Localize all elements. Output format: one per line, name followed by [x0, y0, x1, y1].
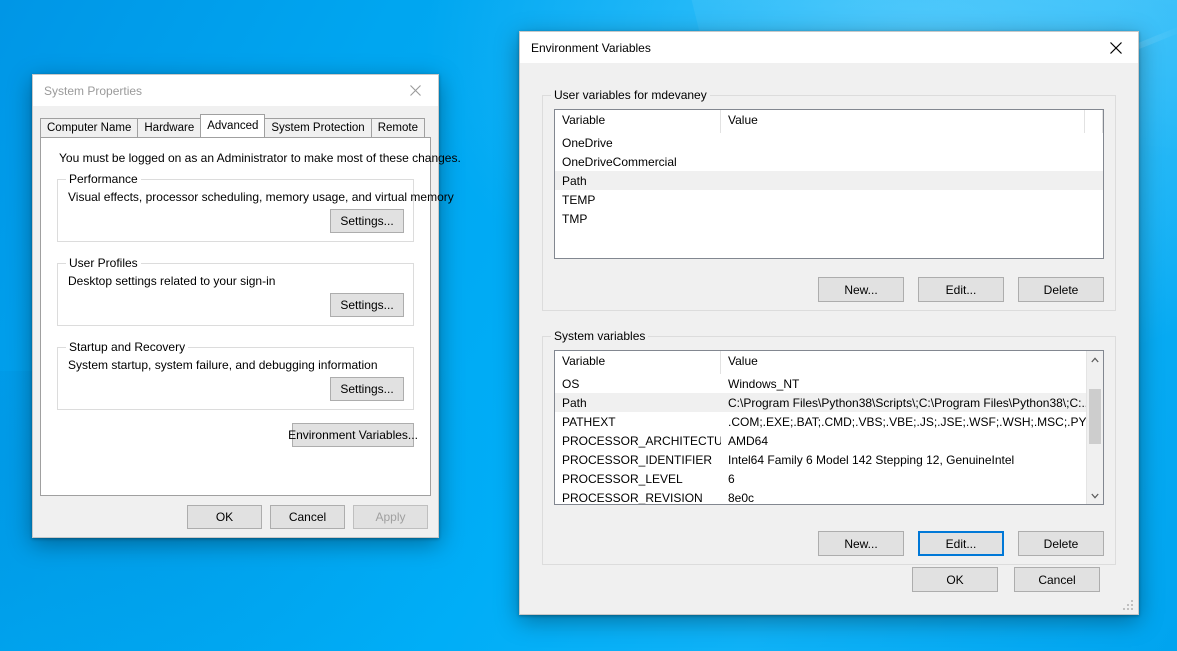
apply-button: Apply	[353, 505, 428, 529]
system-variables-scrollbar[interactable]	[1086, 351, 1103, 504]
cancel-button[interactable]: Cancel	[270, 505, 345, 529]
table-row[interactable]: OS Windows_NT	[555, 374, 1103, 393]
table-row[interactable]: PROCESSOR_IDENTIFIER Intel64 Family 6 Mo…	[555, 450, 1103, 469]
system-properties-titlebar[interactable]: System Properties	[33, 75, 438, 106]
close-icon[interactable]	[393, 75, 438, 106]
system-variable-value: .COM;.EXE;.BAT;.CMD;.VBS;.VBE;.JS;.JSE;.…	[721, 415, 1103, 429]
environment-variables-title: Environment Variables	[520, 41, 1093, 55]
system-properties-window: System Properties Computer Name Hardware…	[32, 74, 439, 538]
resize-grip-icon[interactable]	[1122, 599, 1134, 611]
column-header-variable[interactable]: Variable	[555, 351, 721, 374]
system-new-button[interactable]: New...	[818, 531, 904, 556]
environment-variables-titlebar[interactable]: Environment Variables	[520, 32, 1138, 63]
user-variable-name: Path	[555, 174, 721, 188]
system-variable-value: AMD64	[721, 434, 1103, 448]
environment-variables-footer: OK Cancel	[912, 567, 1100, 592]
system-properties-tabstrip: Computer Name Hardware Advanced System P…	[40, 115, 431, 137]
user-variables-group-label: User variables for mdevaney	[551, 88, 710, 102]
scroll-down-icon[interactable]	[1087, 487, 1103, 504]
column-header-spacer	[1085, 110, 1103, 133]
system-variables-list-header: Variable Value	[555, 351, 1103, 374]
environment-variables-body: User variables for mdevaney Variable Val…	[520, 63, 1138, 614]
user-variables-buttons: New... Edit... Delete	[818, 277, 1104, 302]
system-variables-group: System variables Variable Value OS Windo…	[542, 336, 1116, 565]
list-item[interactable]: TEMP	[555, 190, 1103, 209]
scroll-up-icon[interactable]	[1087, 351, 1103, 368]
user-profiles-group: User Profiles Desktop settings related t…	[57, 263, 414, 326]
system-variable-value: 8e0c	[721, 491, 1103, 505]
table-row[interactable]: PROCESSOR_ARCHITECTURE AMD64	[555, 431, 1103, 450]
administrator-note: You must be logged on as an Administrato…	[59, 151, 461, 165]
tab-advanced[interactable]: Advanced	[200, 114, 265, 137]
performance-settings-button[interactable]: Settings...	[330, 209, 404, 233]
system-variable-name: PROCESSOR_LEVEL	[555, 472, 721, 486]
user-variable-name: TMP	[555, 212, 721, 226]
user-profiles-description: Desktop settings related to your sign-in	[68, 274, 275, 288]
system-properties-title: System Properties	[33, 84, 393, 98]
user-profiles-group-label: User Profiles	[66, 256, 141, 270]
startup-recovery-group-label: Startup and Recovery	[66, 340, 188, 354]
system-variable-name: PROCESSOR_REVISION	[555, 491, 721, 505]
system-variable-name: PATHEXT	[555, 415, 721, 429]
cancel-button[interactable]: Cancel	[1014, 567, 1100, 592]
tab-remote[interactable]: Remote	[371, 118, 425, 137]
table-row[interactable]: PROCESSOR_LEVEL 6	[555, 469, 1103, 488]
performance-group: Performance Visual effects, processor sc…	[57, 179, 414, 242]
performance-group-label: Performance	[66, 172, 141, 186]
user-profiles-settings-button[interactable]: Settings...	[330, 293, 404, 317]
system-delete-button[interactable]: Delete	[1018, 531, 1104, 556]
ok-button[interactable]: OK	[187, 505, 262, 529]
system-variable-value: Windows_NT	[721, 377, 1103, 391]
user-variables-list[interactable]: Variable Value OneDrive OneDriveCommerci…	[554, 109, 1104, 259]
environment-variables-window: Environment Variables User variables for…	[519, 31, 1139, 615]
user-variable-name: TEMP	[555, 193, 721, 207]
system-variable-value: Intel64 Family 6 Model 142 Stepping 12, …	[721, 453, 1103, 467]
scrollbar-thumb[interactable]	[1089, 389, 1101, 444]
list-item[interactable]: OneDrive	[555, 133, 1103, 152]
tab-computer-name[interactable]: Computer Name	[40, 118, 138, 137]
list-item[interactable]: TMP	[555, 209, 1103, 228]
column-header-value[interactable]: Value	[721, 351, 1103, 374]
system-properties-footer: OK Cancel Apply	[33, 496, 438, 537]
system-properties-body: Computer Name Hardware Advanced System P…	[33, 106, 438, 537]
system-variables-list[interactable]: Variable Value OS Windows_NT Path C:\Pro…	[554, 350, 1104, 505]
system-variable-value: C:\Program Files\Python38\Scripts\;C:\Pr…	[721, 396, 1103, 410]
user-new-button[interactable]: New...	[818, 277, 904, 302]
list-item[interactable]: Path	[555, 171, 1103, 190]
table-row[interactable]: PROCESSOR_REVISION 8e0c	[555, 488, 1103, 505]
performance-description: Visual effects, processor scheduling, me…	[68, 190, 454, 204]
tab-hardware[interactable]: Hardware	[137, 118, 201, 137]
system-variable-value: 6	[721, 472, 1103, 486]
environment-variables-button[interactable]: Environment Variables...	[292, 423, 414, 447]
list-item[interactable]: OneDriveCommercial	[555, 152, 1103, 171]
advanced-tab-page: You must be logged on as an Administrato…	[40, 137, 431, 496]
system-variable-name: PROCESSOR_IDENTIFIER	[555, 453, 721, 467]
user-variable-name: OneDriveCommercial	[555, 155, 721, 169]
column-header-variable[interactable]: Variable	[555, 110, 721, 133]
startup-recovery-group: Startup and Recovery System startup, sys…	[57, 347, 414, 410]
tab-system-protection[interactable]: System Protection	[264, 118, 371, 137]
startup-recovery-description: System startup, system failure, and debu…	[68, 358, 378, 372]
system-edit-button[interactable]: Edit...	[918, 531, 1004, 556]
ok-button[interactable]: OK	[912, 567, 998, 592]
system-variables-rows: OS Windows_NT Path C:\Program Files\Pyth…	[555, 374, 1103, 505]
user-variables-group: User variables for mdevaney Variable Val…	[542, 95, 1116, 311]
user-delete-button[interactable]: Delete	[1018, 277, 1104, 302]
system-variables-group-label: System variables	[551, 329, 648, 343]
system-variable-name: Path	[555, 396, 721, 410]
system-variable-name: OS	[555, 377, 721, 391]
user-variable-name: OneDrive	[555, 136, 721, 150]
startup-recovery-settings-button[interactable]: Settings...	[330, 377, 404, 401]
system-variable-name: PROCESSOR_ARCHITECTURE	[555, 434, 721, 448]
user-variables-rows: OneDrive OneDriveCommercial Path TE	[555, 133, 1103, 228]
system-variables-buttons: New... Edit... Delete	[818, 531, 1104, 556]
user-edit-button[interactable]: Edit...	[918, 277, 1004, 302]
user-variables-list-header: Variable Value	[555, 110, 1103, 133]
close-icon[interactable]	[1093, 32, 1138, 63]
table-row[interactable]: PATHEXT .COM;.EXE;.BAT;.CMD;.VBS;.VBE;.J…	[555, 412, 1103, 431]
table-row[interactable]: Path C:\Program Files\Python38\Scripts\;…	[555, 393, 1103, 412]
desktop-background: System Properties Computer Name Hardware…	[0, 0, 1177, 651]
column-header-value[interactable]: Value	[721, 110, 1085, 133]
